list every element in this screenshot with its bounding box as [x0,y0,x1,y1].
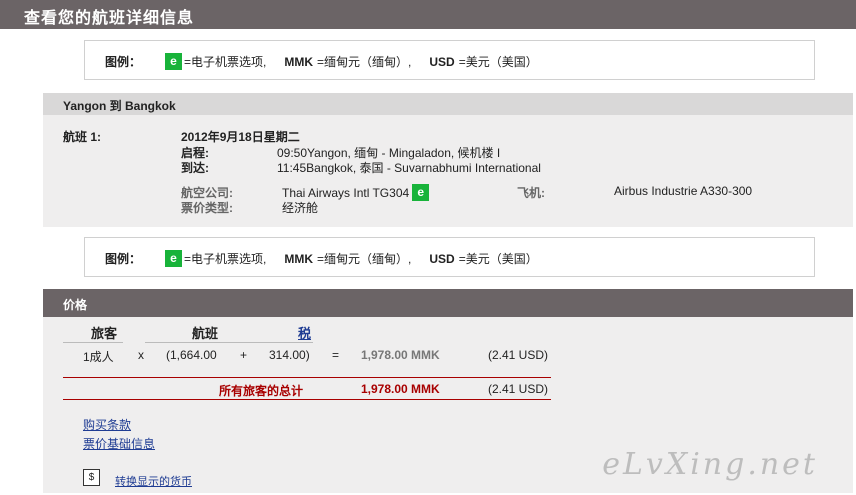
row-times: x [138,348,144,362]
row-fare: (1,664.00 [166,348,217,362]
purchase-terms-link[interactable]: 购买条款 [83,416,131,433]
fare-type-label: 票价类型: [181,201,233,215]
flight-date: 2012年9月18日星期二 [181,130,300,144]
flight-details: 航班 1: 2012年9月18日星期二 启程: 09:50Yangon, 缅甸 … [43,115,853,227]
total-divider-top [63,377,551,378]
legend-usd-text: =美元（美国） [458,55,538,69]
grand-total-usd: (2.41 USD) [488,382,549,396]
e-ticket-icon: e [412,184,430,201]
row-passenger: 1成人 [83,350,114,364]
airline-value: Thai Airways Intl TG304 [282,185,410,200]
legend-e-text: =电子机票选项, [184,55,267,69]
legend-label: 图例： [105,252,142,266]
legend-mmk-text: =缅甸元（缅甸）, [317,252,412,266]
row-tax: 314.00) [269,348,310,362]
grand-total-label: 所有旅客的总计 [219,384,304,398]
currency-exchange-icon[interactable]: $ [83,469,100,486]
arrive-value: 11:45Bangkok, 泰国 - Suvarnabhumi Internat… [277,161,541,175]
fare-basis-link[interactable]: 票价基础信息 [83,435,155,452]
legend-usd-code: USD [429,54,455,69]
page-header: 查看您的航班详细信息 [0,0,856,29]
legend-box-bottom: 图例： e =电子机票选项, MMK =缅甸元（缅甸）, USD =美元（美国） [84,237,815,277]
legend-mmk-text: =缅甸元（缅甸）, [317,55,412,69]
route-bar: Yangon 到 Bangkok [43,93,853,115]
route-title: Yangon 到 Bangkok [63,99,176,113]
arrive-label: 到达: [181,161,209,175]
total-divider-bottom [63,399,551,400]
watermark-logo: eLvXing.net [602,447,818,482]
price-header: 价格 [43,289,853,317]
flight-label: 航班 1: [63,130,102,144]
price-title: 价格 [63,298,88,312]
col-passenger: 旅客 [91,326,118,341]
row-plus: + [240,348,248,362]
row-total-usd: (2.41 USD) [488,348,549,362]
legend-mmk-code: MMK [284,251,314,266]
fare-type-value: 经济舱 [282,201,319,215]
legend-usd-text: =美元（美国） [458,252,538,266]
e-ticket-icon: e [165,250,183,267]
divider [271,342,313,343]
row-equals: = [332,348,340,362]
divider [145,342,271,343]
page-title: 查看您的航班详细信息 [24,10,195,27]
grand-total-mmk: 1,978.00 MMK [361,382,440,396]
row-total-mmk: 1,978.00 MMK [361,348,440,362]
divider [63,342,123,343]
legend-label: 图例： [105,55,142,69]
col-flight: 航班 [192,326,219,341]
legend-usd-code: USD [429,251,455,266]
legend-box-top: 图例： e =电子机票选项, MMK =缅甸元（缅甸）, USD =美元（美国） [84,40,815,80]
legend-e-text: =电子机票选项, [184,252,267,266]
change-currency-link[interactable]: 转换显示的货币 [115,473,192,489]
legend-mmk-code: MMK [284,54,314,69]
col-tax-link[interactable]: 税 [298,323,311,342]
aircraft-label: 飞机: [517,186,545,200]
aircraft-value: Airbus Industrie A330-300 [614,184,753,198]
e-ticket-icon: e [165,53,183,70]
